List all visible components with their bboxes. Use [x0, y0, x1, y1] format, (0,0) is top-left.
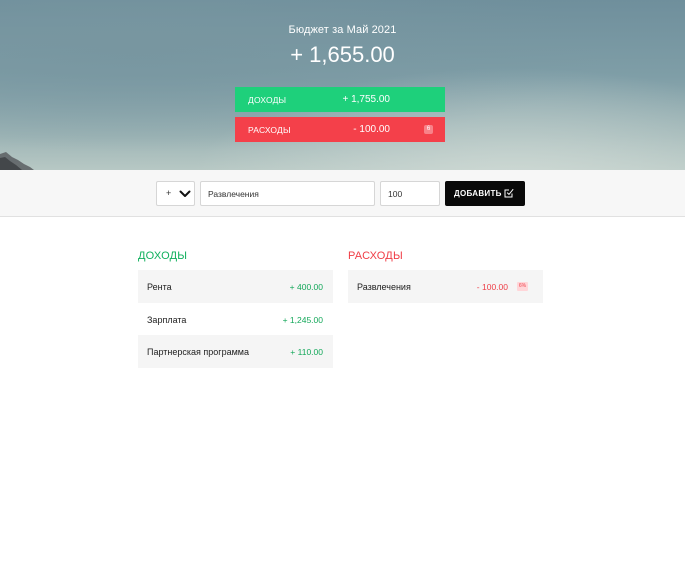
income-item-value: + 110.00: [290, 347, 323, 357]
expense-summary-value: - 100.00: [353, 124, 390, 135]
income-summary-label: Доходы: [248, 95, 287, 105]
income-item-description: Зарплата: [147, 314, 187, 325]
income-items: Рента + 400.00 Зарплата + 1,245.00 Партн…: [138, 270, 333, 368]
check-square-icon: [504, 188, 514, 198]
type-select-value: +: [166, 188, 172, 198]
income-item-value: + 400.00: [289, 282, 323, 292]
add-button-label: Добавить: [454, 189, 502, 198]
expense-items: Развлечения - 100.00 6%: [348, 270, 543, 303]
income-summary: Доходы + 1,755.00: [235, 87, 445, 112]
expense-list-title: Расходы: [348, 250, 403, 262]
income-item[interactable]: Партнерская программа + 110.00: [138, 335, 333, 368]
add-button[interactable]: Добавить: [445, 181, 525, 206]
budget-title: Бюджет за Май 2021: [288, 24, 397, 36]
rock-landscape-decoration: [0, 152, 34, 170]
budget-header: Бюджет за Май 2021 + 1,655.00 Доходы + 1…: [0, 0, 685, 170]
expense-percentage-badge: 6: [424, 125, 433, 134]
income-item-description: Партнерская программа: [147, 347, 249, 357]
expense-list: Расходы Развлечения - 100.00 6%: [348, 250, 543, 303]
type-select[interactable]: +: [156, 181, 195, 206]
income-item[interactable]: Зарплата + 1,245.00: [138, 302, 333, 335]
income-item[interactable]: Рента + 400.00: [138, 270, 333, 303]
chevron-down-icon: [179, 190, 191, 197]
add-item-bar: + Добавить: [0, 170, 685, 217]
income-item-value: + 1,245.00: [282, 314, 323, 325]
expense-item-percentage: 6%: [517, 282, 528, 291]
income-list: Доходы Рента + 400.00 Зарплата + 1,245.0…: [138, 250, 333, 368]
expense-summary-label: Расходы: [248, 125, 291, 135]
expense-item-description: Развлечения: [357, 282, 411, 292]
budget-total: + 1,655.00: [290, 42, 395, 67]
expense-item-value: - 100.00: [476, 282, 508, 292]
amount-input[interactable]: [380, 181, 440, 206]
income-item-description: Рента: [147, 282, 172, 292]
expense-item[interactable]: Развлечения - 100.00 6%: [348, 270, 543, 303]
description-input[interactable]: [200, 181, 375, 206]
income-summary-value: + 1,755.00: [342, 94, 390, 105]
income-list-title: Доходы: [138, 250, 188, 262]
expense-summary: Расходы - 100.00 6: [235, 117, 445, 142]
